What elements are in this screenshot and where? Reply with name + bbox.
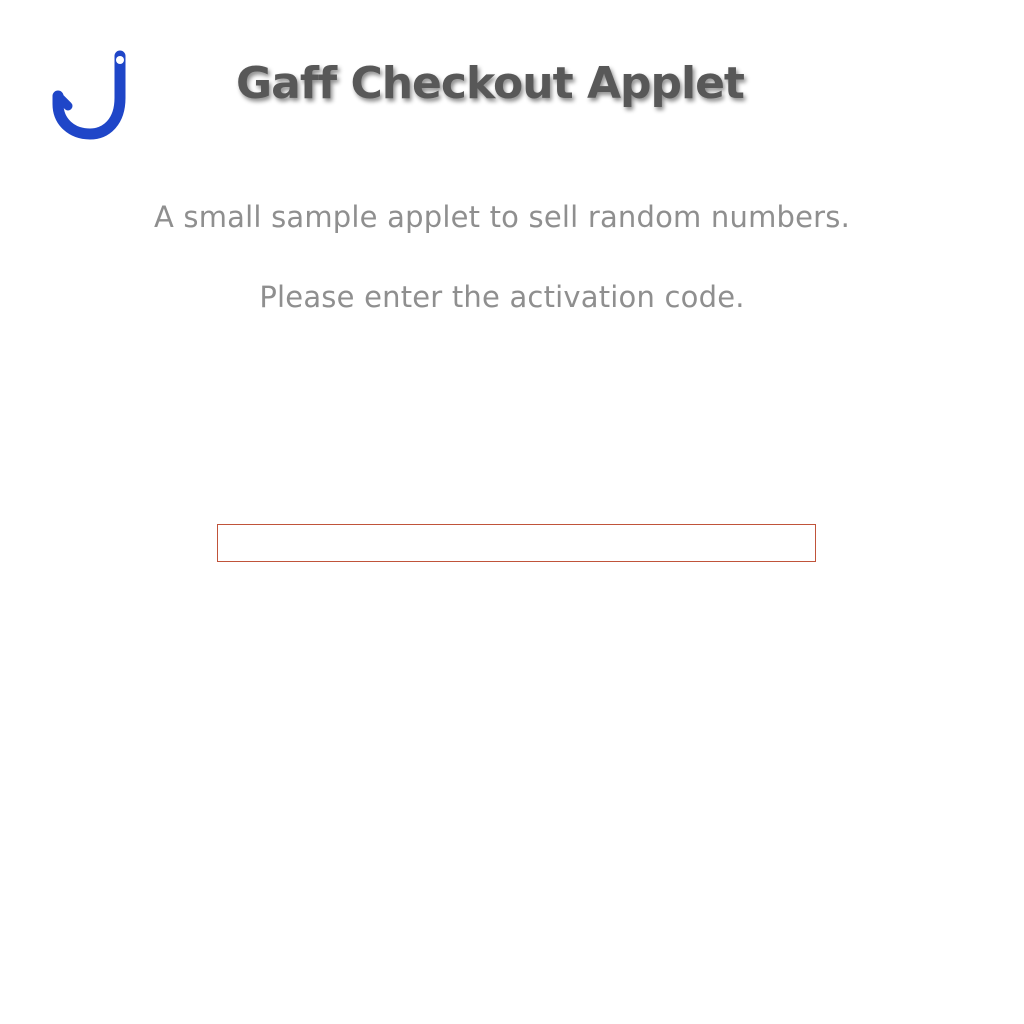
description-text: A small sample applet to sell random num…: [153, 200, 851, 234]
app-title: Gaff Checkout Applet: [236, 58, 745, 109]
activation-prompt: Please enter the activation code.: [259, 280, 745, 314]
activation-code-input[interactable]: [217, 524, 816, 562]
applet-page: Gaff Checkout Applet A small sample appl…: [0, 0, 1024, 1024]
